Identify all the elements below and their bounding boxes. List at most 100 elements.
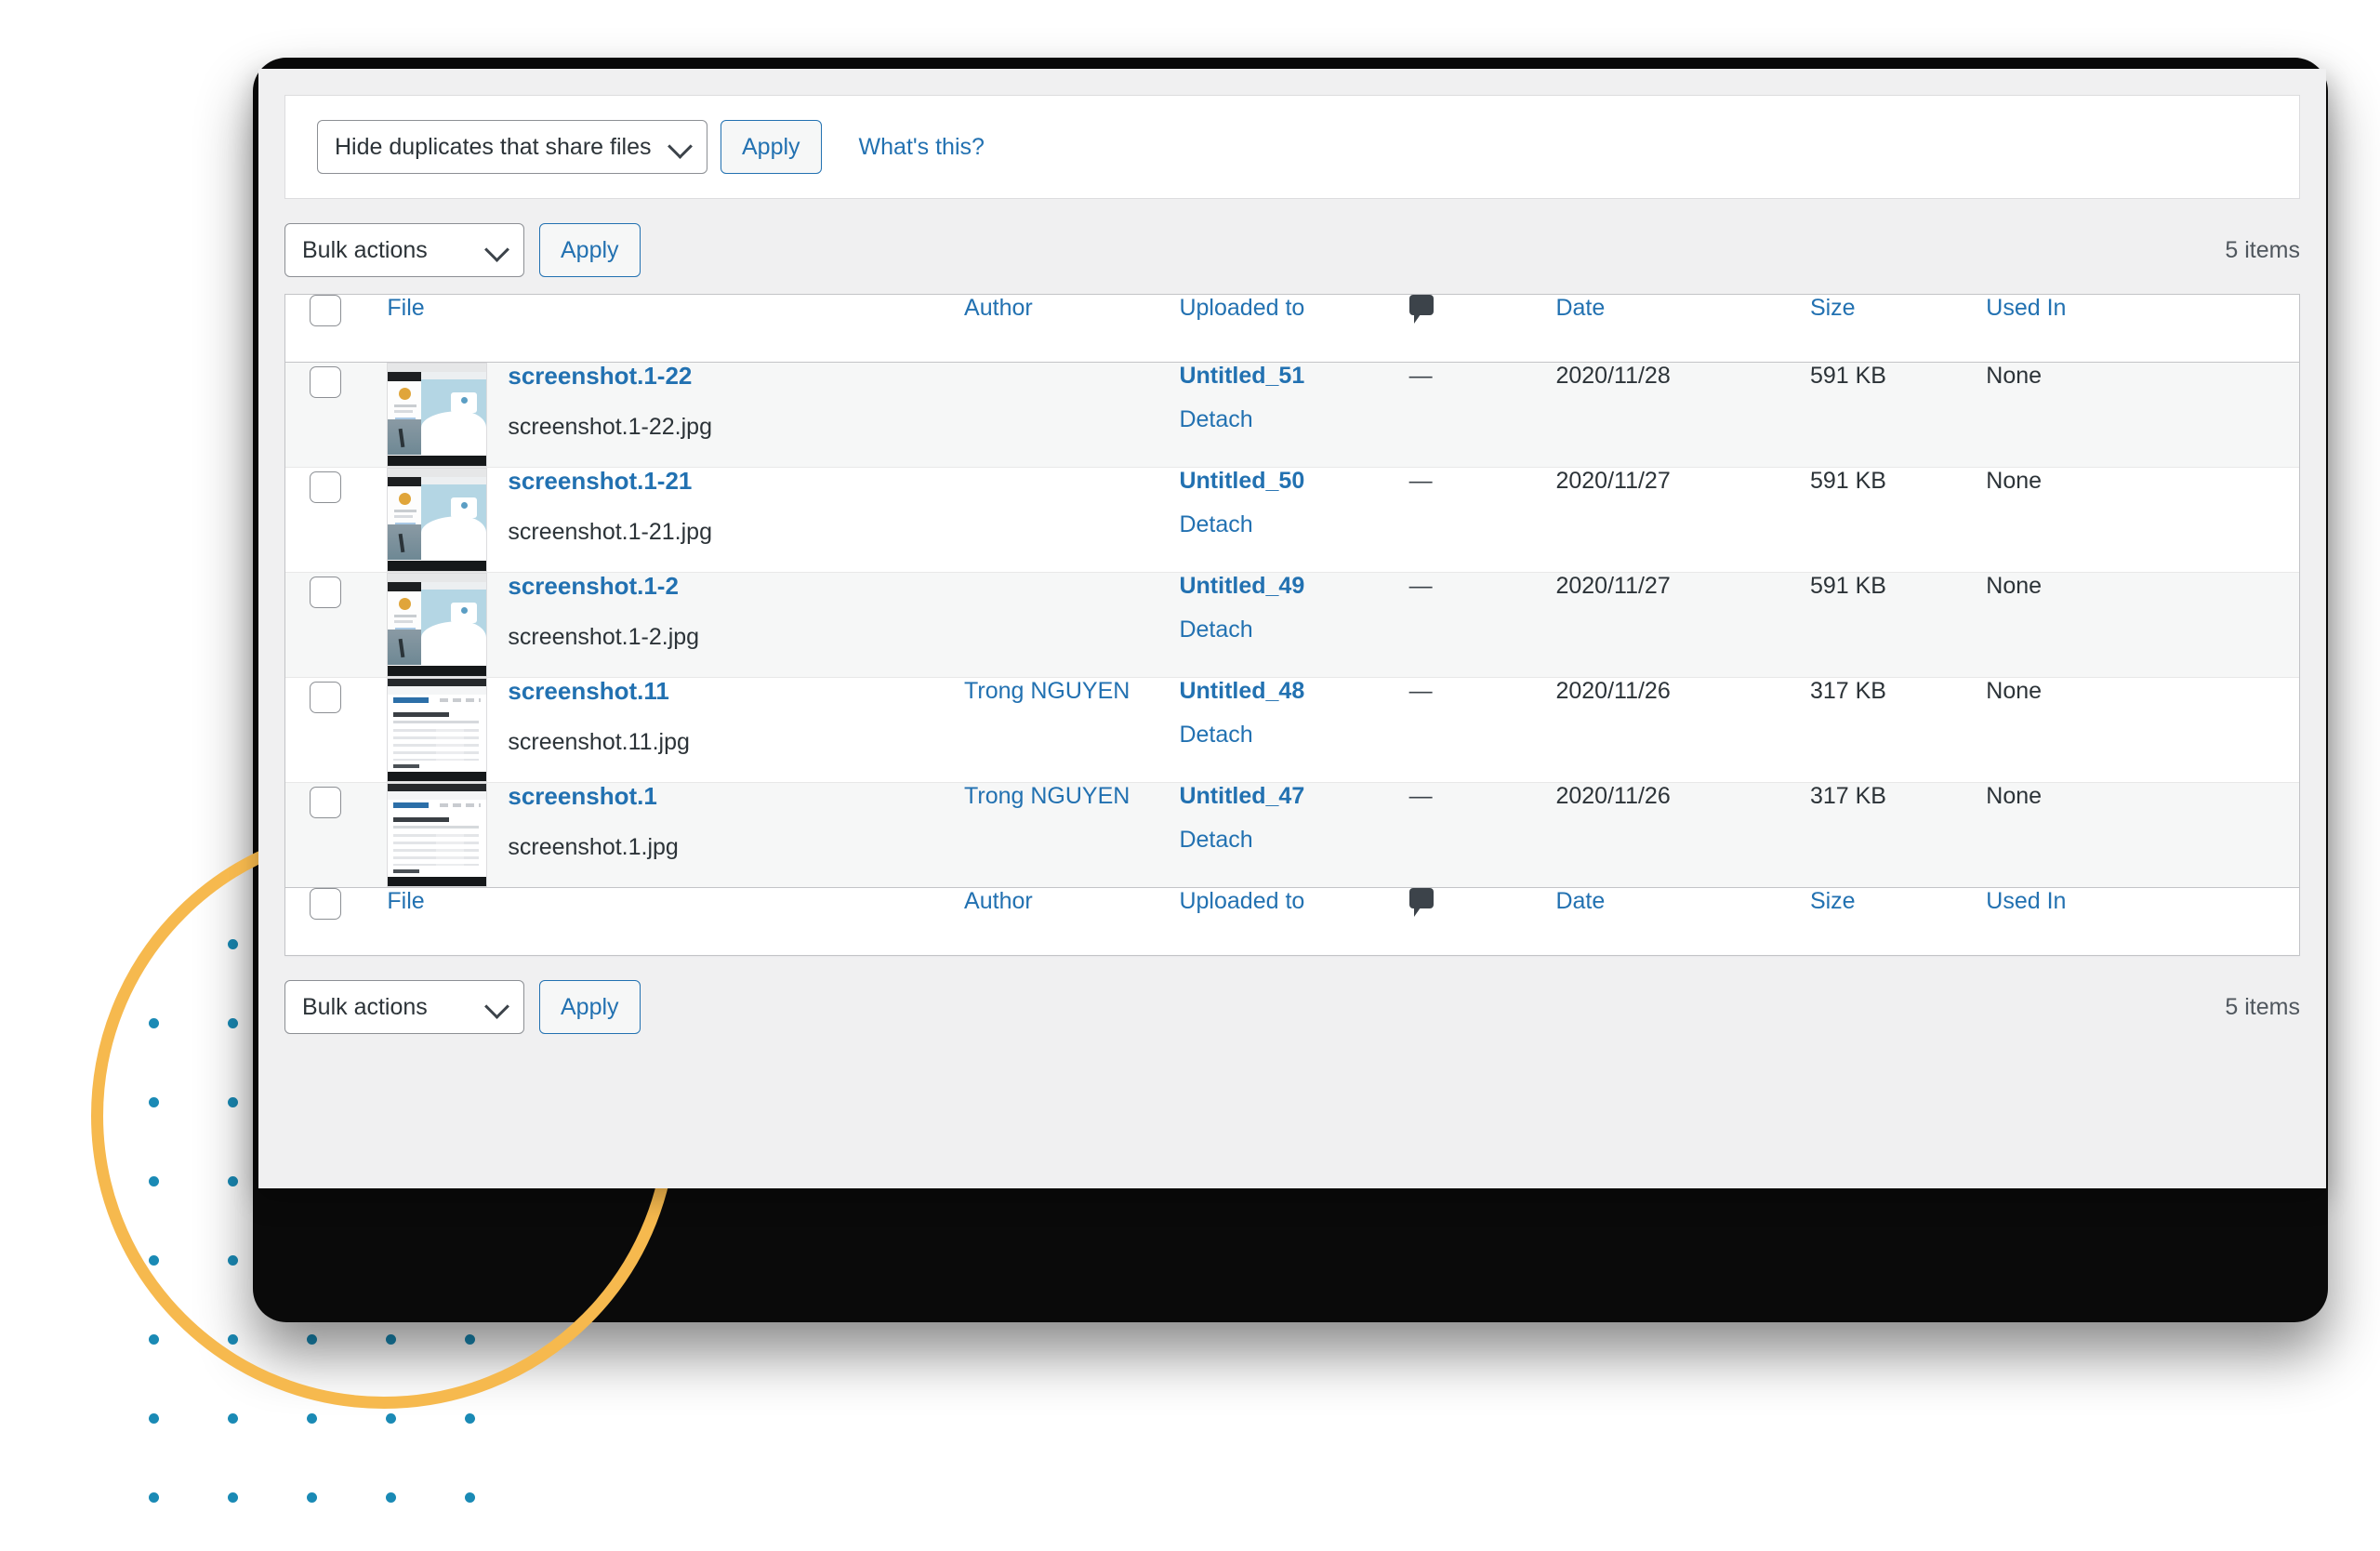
file-thumbnail[interactable] [387, 678, 488, 782]
select-all-header[interactable] [285, 295, 388, 363]
file-title-link[interactable]: screenshot.1-22 [508, 363, 712, 390]
column-footer-comments[interactable] [1408, 887, 1556, 955]
detach-link[interactable]: Detach [1179, 511, 1408, 538]
duplicates-filter-apply-button[interactable]: Apply [721, 120, 822, 174]
dot [228, 1255, 238, 1266]
size-cell: 317 KB [1809, 678, 1886, 704]
file-name-text: screenshot.1-21.jpg [508, 518, 712, 545]
detach-link[interactable]: Detach [1179, 722, 1408, 749]
column-header-used-in[interactable]: Used In [1986, 295, 2299, 363]
bulk-actions-select-top[interactable]: Bulk actions [284, 223, 524, 277]
bulk-actions-apply-button-top[interactable]: Apply [539, 223, 641, 277]
column-footer-author[interactable]: Author [964, 887, 1180, 955]
file-cell: screenshot.1-22 screenshot.1-22.jpg [387, 363, 964, 468]
author-cell[interactable] [964, 468, 1179, 573]
duplicates-filter-select[interactable]: Hide duplicates that share files [317, 120, 707, 174]
media-table-wrapper: File Author Uploaded to Date Size Used I… [284, 294, 2300, 956]
detach-link[interactable]: Detach [1179, 406, 1408, 433]
media-table: File Author Uploaded to Date Size Used I… [285, 295, 2299, 955]
file-title-link[interactable]: screenshot.11 [508, 678, 690, 705]
author-cell[interactable] [964, 573, 1179, 678]
table-header-row: File Author Uploaded to Date Size Used I… [285, 295, 2299, 363]
row-checkbox[interactable] [310, 682, 341, 713]
row-select-cell[interactable] [285, 573, 387, 678]
dot [465, 1255, 475, 1266]
select-all-checkbox-top[interactable] [310, 295, 341, 326]
dot [228, 1018, 238, 1028]
row-select-cell[interactable] [285, 783, 387, 888]
bulk-actions-select-wrapper-top[interactable]: Bulk actions [284, 223, 524, 277]
column-footer-size[interactable]: Size [1809, 887, 1987, 955]
author-cell[interactable]: Trong NGUYEN [964, 678, 1179, 783]
uploaded-to-cell: Untitled_48 Detach [1179, 678, 1408, 783]
column-header-size[interactable]: Size [1809, 295, 1987, 363]
column-footer-uploaded-to[interactable]: Uploaded to [1179, 887, 1409, 955]
uploaded-to-cell: Untitled_47 Detach [1179, 783, 1408, 888]
dot [228, 939, 238, 949]
media-table-foot: File Author Uploaded to Date Size Used I… [285, 887, 2299, 955]
author-cell[interactable] [964, 363, 1179, 468]
comments-cell: — [1408, 468, 1433, 494]
file-thumbnail[interactable] [387, 783, 488, 887]
date-cell: 2020/11/27 [1555, 573, 1671, 599]
column-header-uploaded-to[interactable]: Uploaded to [1179, 295, 1409, 363]
dot [149, 1413, 159, 1424]
bulk-actions-select-wrapper-bottom[interactable]: Bulk actions [284, 980, 524, 1034]
comments-cell: — [1408, 783, 1433, 809]
bulk-actions-select-bottom[interactable]: Bulk actions [284, 980, 524, 1034]
uploaded-to-link[interactable]: Untitled_48 [1179, 678, 1408, 705]
row-select-cell[interactable] [285, 468, 387, 573]
row-checkbox[interactable] [310, 366, 341, 398]
column-footer-file[interactable]: File [387, 887, 965, 955]
row-checkbox[interactable] [310, 577, 341, 608]
date-cell: 2020/11/27 [1555, 468, 1671, 494]
whats-this-link[interactable]: What's this? [859, 134, 985, 161]
table-row[interactable]: screenshot.1-21 screenshot.1-21.jpg Untitl… [285, 468, 2299, 573]
uploaded-to-link[interactable]: Untitled_50 [1179, 468, 1408, 495]
tablenav-bottom: Bulk actions Apply 5 items [284, 980, 2300, 1034]
select-all-checkbox-bottom[interactable] [310, 888, 341, 920]
select-all-footer[interactable] [285, 887, 388, 955]
items-count-bottom: 5 items [2225, 993, 2300, 1020]
detach-link[interactable]: Detach [1179, 616, 1408, 643]
column-footer-date[interactable]: Date [1555, 887, 1810, 955]
file-thumbnail[interactable] [387, 573, 488, 677]
table-row[interactable]: screenshot.1-2 screenshot.1-2.jpg Untitled… [285, 572, 2299, 678]
comment-bubble-icon [1408, 888, 1434, 917]
column-header-date[interactable]: Date [1555, 295, 1810, 363]
row-checkbox[interactable] [310, 787, 341, 818]
date-cell: 2020/11/26 [1555, 678, 1671, 704]
file-title-link[interactable]: screenshot.1-21 [508, 468, 712, 495]
uploaded-to-link[interactable]: Untitled_51 [1179, 363, 1408, 390]
table-row[interactable]: screenshot.11 screenshot.11.jpg Trong NGUY… [285, 678, 2299, 783]
bulk-actions-apply-button-bottom[interactable]: Apply [539, 980, 641, 1034]
comment-bubble-icon [1408, 295, 1434, 324]
media-table-body: screenshot.1-22 screenshot.1-22.jpg Untitl… [285, 362, 2299, 888]
dot [465, 1334, 475, 1345]
table-row[interactable]: screenshot.1-22 screenshot.1-22.jpg Untitl… [285, 362, 2299, 468]
file-title-link[interactable]: screenshot.1-2 [508, 573, 699, 600]
table-row[interactable]: screenshot.1 screenshot.1.jpg Trong NGUYEN… [285, 782, 2299, 888]
author-cell[interactable]: Trong NGUYEN [964, 783, 1179, 888]
uploaded-to-link[interactable]: Untitled_47 [1179, 783, 1408, 810]
column-footer-used-in[interactable]: Used In [1986, 887, 2299, 955]
detach-link[interactable]: Detach [1179, 827, 1408, 854]
column-header-author[interactable]: Author [964, 295, 1180, 363]
file-title-link[interactable]: screenshot.1 [508, 783, 678, 810]
column-header-file[interactable]: File [387, 295, 965, 363]
dot [465, 1492, 475, 1503]
row-select-cell[interactable] [285, 363, 387, 468]
row-select-cell[interactable] [285, 678, 387, 783]
row-checkbox[interactable] [310, 471, 341, 503]
file-thumbnail[interactable] [387, 468, 488, 572]
dot [149, 1255, 159, 1266]
file-thumbnail[interactable] [387, 363, 488, 467]
table-footer-row: File Author Uploaded to Date Size Used I… [285, 887, 2299, 955]
file-cell: screenshot.1 screenshot.1.jpg [387, 783, 964, 888]
dot [386, 1334, 396, 1345]
size-cell: 591 KB [1809, 363, 1886, 389]
media-table-head: File Author Uploaded to Date Size Used I… [285, 295, 2299, 363]
uploaded-to-link[interactable]: Untitled_49 [1179, 573, 1408, 600]
duplicates-filter-select-wrapper[interactable]: Hide duplicates that share files [317, 120, 707, 174]
column-header-comments[interactable] [1408, 295, 1556, 363]
